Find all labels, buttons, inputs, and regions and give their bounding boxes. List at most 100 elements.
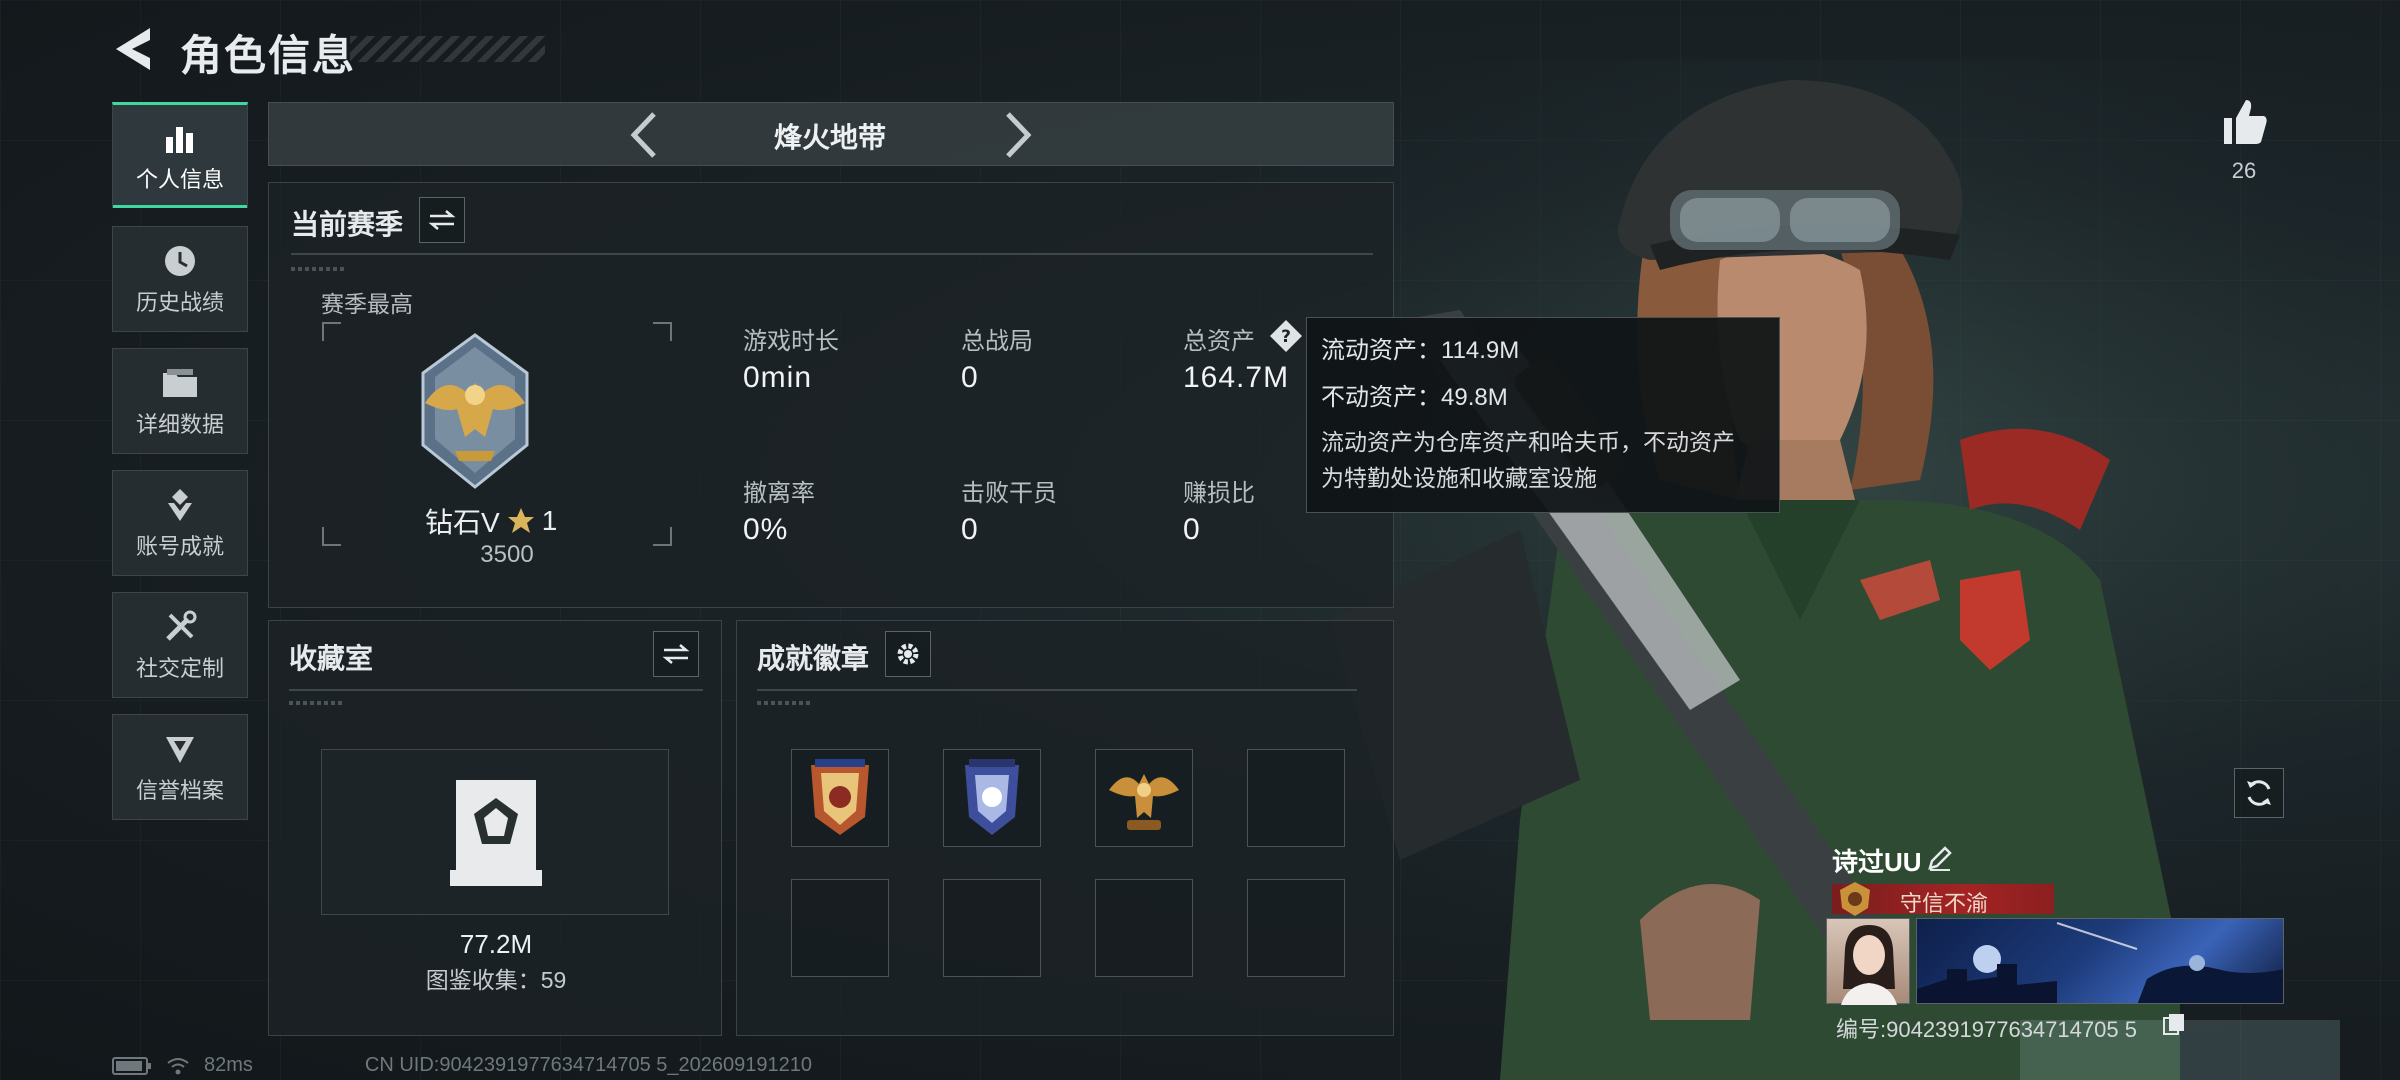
sidebar-item-label: 账号成就 [135, 534, 224, 559]
sidebar-item-history[interactable]: 历史战绩 [112, 226, 248, 332]
chevron-left-icon [630, 112, 656, 158]
sidebar-item-label: 详细数据 [135, 412, 224, 437]
player-banner[interactable] [1916, 918, 2284, 1004]
sidebar-item-credit-file[interactable]: 信誉档案 [112, 714, 248, 820]
stat-value-total-assets: 164.7M [1183, 361, 1290, 394]
player-id: 编号:9042391977634714705 5 [1836, 1017, 2137, 1042]
collection-count: 图鉴收集：59 [425, 967, 567, 993]
credit-emblem-icon [1840, 882, 1870, 916]
stat-label-total-matches: 总战局 [961, 328, 1033, 355]
collection-value: 77.2M [459, 929, 533, 959]
badge-slot[interactable] [1095, 749, 1193, 847]
swap-arrows-icon [662, 644, 690, 664]
player-avatar[interactable] [1826, 918, 1910, 1005]
swap-arrows-icon [428, 210, 456, 230]
collection-room-panel[interactable]: 收藏室 77.2M 图鉴收集：59 [268, 620, 722, 1036]
stat-value-total-matches: 0 [961, 361, 979, 394]
sidebar-item-achievements[interactable]: 账号成就 [112, 470, 248, 576]
uid-text: CN UID:9042391977634714705 5_20260919121… [364, 1054, 812, 1076]
section-divider [291, 253, 1373, 255]
sidebar-item-label: 个人信息 [135, 167, 224, 192]
tooltip-liquid-assets: 流动资产：114.9M [1321, 337, 1520, 364]
collection-preview [321, 749, 669, 915]
player-name: 诗过UU [1832, 847, 1922, 877]
help-question-icon: ? [1270, 320, 1302, 352]
shield-badge-icon [160, 729, 200, 769]
season-best-label: 赛季最高 [321, 291, 413, 317]
red-shield-badge-icon [811, 759, 869, 835]
status-bar: 82ms CN UID:9042391977634714705 5_202609… [112, 1054, 812, 1077]
badge-slot[interactable] [791, 749, 889, 847]
star-icon [507, 508, 534, 533]
mode-name: 烽火地带 [773, 122, 886, 153]
sidebar-item-label: 历史战绩 [135, 290, 224, 315]
refresh-icon [2247, 780, 2271, 806]
rank-score: 3500 [480, 541, 534, 568]
badge-slot-empty[interactable] [943, 879, 1041, 977]
page-title: 角色信息 [180, 32, 357, 79]
stat-label-playtime: 游戏时长 [743, 328, 839, 355]
edit-pencil-icon [1928, 846, 1952, 871]
title-decoration [350, 36, 545, 62]
wifi-icon [167, 1057, 189, 1074]
chevron-right-icon [1006, 112, 1032, 158]
like-button[interactable] [2218, 96, 2270, 153]
stat-label-total-assets: 总资产 [1183, 328, 1255, 355]
rank-name: 钻石V [425, 507, 500, 538]
prev-mode-button[interactable] [626, 110, 662, 165]
badge-slot-empty[interactable] [791, 879, 889, 977]
season-switch-button[interactable] [419, 197, 465, 243]
achievement-badges-panel: 成就徽章 [736, 620, 1394, 1036]
back-arrow-icon [116, 28, 150, 70]
badges-title: 成就徽章 [757, 643, 870, 674]
collection-switch-button[interactable] [653, 631, 699, 677]
badge-slot-empty[interactable] [1247, 879, 1345, 977]
tools-icon [160, 607, 200, 647]
achievement-medal-icon [160, 485, 200, 525]
rank-stars: 1 [541, 505, 558, 536]
section-divider [757, 689, 1357, 691]
season-title: 当前赛季 [291, 209, 404, 240]
copy-id-button[interactable] [2162, 1012, 2186, 1041]
gear-icon [897, 643, 919, 665]
stat-label-extraction-rate: 撤离率 [743, 480, 815, 507]
folder-icon [160, 363, 200, 403]
sidebar-item-detailed-data[interactable]: 详细数据 [112, 348, 248, 454]
badge-slot-empty[interactable] [1247, 749, 1345, 847]
current-season-panel: 当前赛季 赛季最高 钻石V 1 3500 游戏时长 0min 总战局 0 总资产… [268, 182, 1394, 608]
back-button[interactable] [110, 24, 156, 74]
tooltip-description-line-2: 为特勤处设施和收藏室设施 [1321, 465, 1597, 491]
diamond-rank-emblem-icon [421, 333, 529, 489]
stat-value-playtime: 0min [743, 361, 813, 394]
stat-label-operators-defeated: 击败干员 [961, 480, 1057, 507]
rank-display: 钻石V 1 [425, 501, 557, 541]
blue-shield-badge-icon [965, 759, 1019, 835]
tooltip-fixed-assets: 不动资产：49.8M [1321, 384, 1508, 411]
sidebar-item-social-custom[interactable]: 社交定制 [112, 592, 248, 698]
next-mode-button[interactable] [1000, 110, 1036, 165]
sidebar-item-personal-info[interactable]: 个人信息 [112, 102, 248, 208]
divider-dots [289, 701, 345, 705]
rotate-view-button[interactable] [2234, 768, 2284, 818]
bar-chart-icon [160, 118, 200, 158]
sidebar-item-label: 信誉档案 [135, 778, 224, 803]
badge-slot-empty[interactable] [1095, 879, 1193, 977]
battery-icon [112, 1056, 151, 1075]
badge-slot[interactable] [943, 749, 1041, 847]
stat-value-profit-loss: 0 [1183, 513, 1201, 546]
svg-text:?: ? [1281, 327, 1291, 347]
assets-help-button[interactable]: ? [1269, 319, 1303, 358]
avatar-portrait [1841, 925, 1897, 1005]
night-sky-banner-art [1917, 922, 2283, 1003]
stat-value-operators-defeated: 0 [961, 513, 979, 546]
edit-name-button[interactable] [1926, 844, 1954, 877]
section-divider [289, 689, 703, 691]
ping-value: 82ms [204, 1054, 253, 1076]
assets-tooltip: 流动资产：114.9M 不动资产：49.8M 流动资产为仓库资产和哈夫币，不动资… [1306, 317, 1780, 513]
sidebar-item-label: 社交定制 [135, 656, 224, 681]
stat-value-extraction-rate: 0% [743, 513, 789, 546]
divider-dots [291, 267, 347, 271]
like-count: 26 [2231, 158, 2257, 183]
badges-settings-button[interactable] [885, 631, 931, 677]
gold-eagle-badge-icon [1109, 774, 1179, 830]
